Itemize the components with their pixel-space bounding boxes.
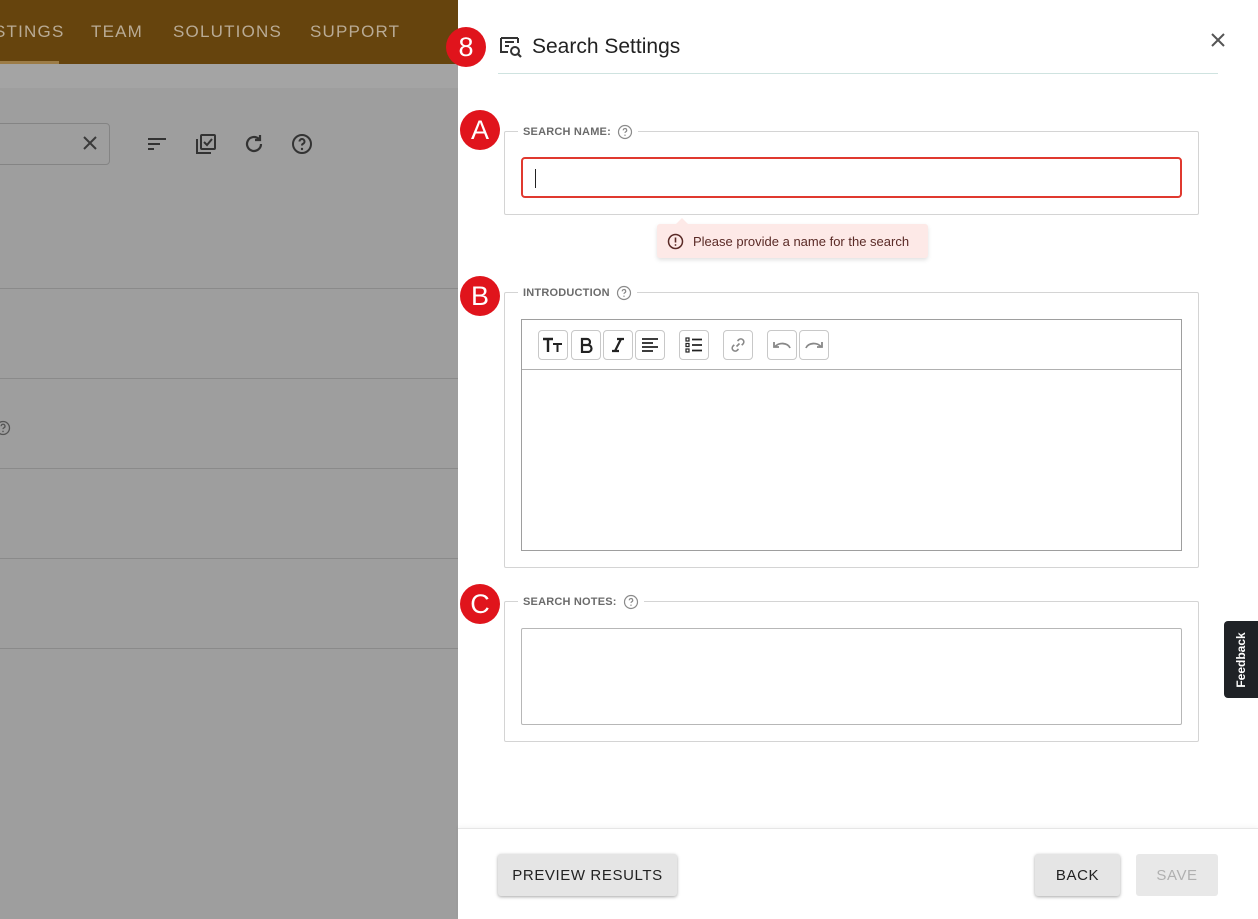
panel-title: Search Settings bbox=[532, 35, 681, 58]
redo-icon bbox=[805, 342, 823, 349]
close-icon[interactable] bbox=[1206, 28, 1230, 52]
search-notes-label: SEARCH NOTES: bbox=[523, 596, 617, 608]
help-icon bbox=[0, 420, 11, 436]
undo-icon bbox=[773, 342, 791, 349]
step-badge: 8 bbox=[446, 27, 486, 67]
error-icon bbox=[667, 233, 684, 250]
top-navigation: STINGS TEAM SOLUTIONS SUPPORT bbox=[0, 0, 458, 64]
sub-header-bar bbox=[0, 64, 458, 88]
text-caret bbox=[535, 169, 536, 188]
validation-error-tooltip: Please provide a name for the search bbox=[657, 218, 928, 258]
select-all-icon[interactable] bbox=[194, 132, 218, 156]
save-button[interactable]: SAVE bbox=[1136, 854, 1218, 896]
search-name-section: SEARCH NAME: bbox=[504, 124, 1199, 215]
section-badge-c: C bbox=[460, 584, 500, 624]
panel-footer: PREVIEW RESULTS BACK SAVE bbox=[458, 828, 1258, 919]
align-button[interactable] bbox=[635, 330, 665, 360]
help-icon[interactable] bbox=[616, 285, 632, 301]
italic-icon bbox=[612, 337, 624, 353]
row-divider bbox=[0, 468, 458, 469]
feedback-label: Feedback bbox=[1234, 631, 1248, 688]
feedback-tab[interactable]: Feedback bbox=[1224, 621, 1258, 698]
row-divider bbox=[0, 288, 458, 289]
rich-text-editor bbox=[521, 319, 1182, 551]
italic-button[interactable] bbox=[603, 330, 633, 360]
row-divider bbox=[0, 378, 458, 379]
editor-toolbar bbox=[522, 320, 1181, 370]
search-name-label: SEARCH NAME: bbox=[523, 126, 611, 138]
section-badge-a: A bbox=[460, 110, 500, 150]
help-icon[interactable] bbox=[623, 594, 639, 610]
nav-item-support[interactable]: SUPPORT bbox=[310, 22, 400, 42]
sort-icon[interactable] bbox=[145, 132, 169, 156]
search-notes-textarea[interactable] bbox=[521, 628, 1182, 725]
help-icon[interactable] bbox=[617, 124, 633, 140]
search-settings-icon bbox=[500, 37, 522, 58]
preview-results-button[interactable]: PREVIEW RESULTS bbox=[498, 854, 677, 896]
error-message: Please provide a name for the search bbox=[693, 234, 910, 249]
search-notes-section: SEARCH NOTES: bbox=[504, 594, 1199, 742]
introduction-section: INTRODUCTION bbox=[504, 285, 1199, 568]
align-left-icon bbox=[642, 338, 658, 352]
row-divider bbox=[0, 648, 458, 649]
search-notes-legend: SEARCH NOTES: bbox=[518, 594, 644, 610]
text-size-button[interactable] bbox=[538, 330, 568, 360]
bulleted-list-icon bbox=[685, 337, 702, 353]
search-settings-panel: 8 Search Settings A SEARCH NAME: Please … bbox=[446, 0, 1258, 919]
clear-icon[interactable] bbox=[80, 133, 100, 153]
nav-item-settings[interactable]: STINGS bbox=[0, 22, 65, 42]
refresh-icon[interactable] bbox=[242, 132, 266, 156]
undo-button[interactable] bbox=[767, 330, 797, 360]
bold-button[interactable] bbox=[571, 330, 601, 360]
bold-icon bbox=[580, 337, 593, 353]
help-icon[interactable] bbox=[290, 132, 314, 156]
redo-button[interactable] bbox=[799, 330, 829, 360]
introduction-legend: INTRODUCTION bbox=[518, 285, 637, 301]
link-icon bbox=[731, 338, 745, 352]
search-name-input[interactable] bbox=[521, 157, 1182, 198]
back-button[interactable]: BACK bbox=[1035, 854, 1120, 896]
section-badge-b: B bbox=[460, 276, 500, 316]
text-size-icon bbox=[543, 337, 562, 352]
introduction-label: INTRODUCTION bbox=[523, 287, 610, 299]
bulleted-list-button[interactable] bbox=[679, 330, 709, 360]
nav-item-team[interactable]: TEAM bbox=[91, 22, 143, 42]
search-name-legend: SEARCH NAME: bbox=[518, 124, 638, 140]
row-divider bbox=[0, 558, 458, 559]
background-app: STINGS TEAM SOLUTIONS SUPPORT bbox=[0, 0, 458, 919]
nav-item-solutions[interactable]: SOLUTIONS bbox=[173, 22, 282, 42]
editor-content-area[interactable] bbox=[522, 370, 1181, 550]
panel-header: Search Settings bbox=[498, 22, 1218, 74]
link-button[interactable] bbox=[723, 330, 753, 360]
